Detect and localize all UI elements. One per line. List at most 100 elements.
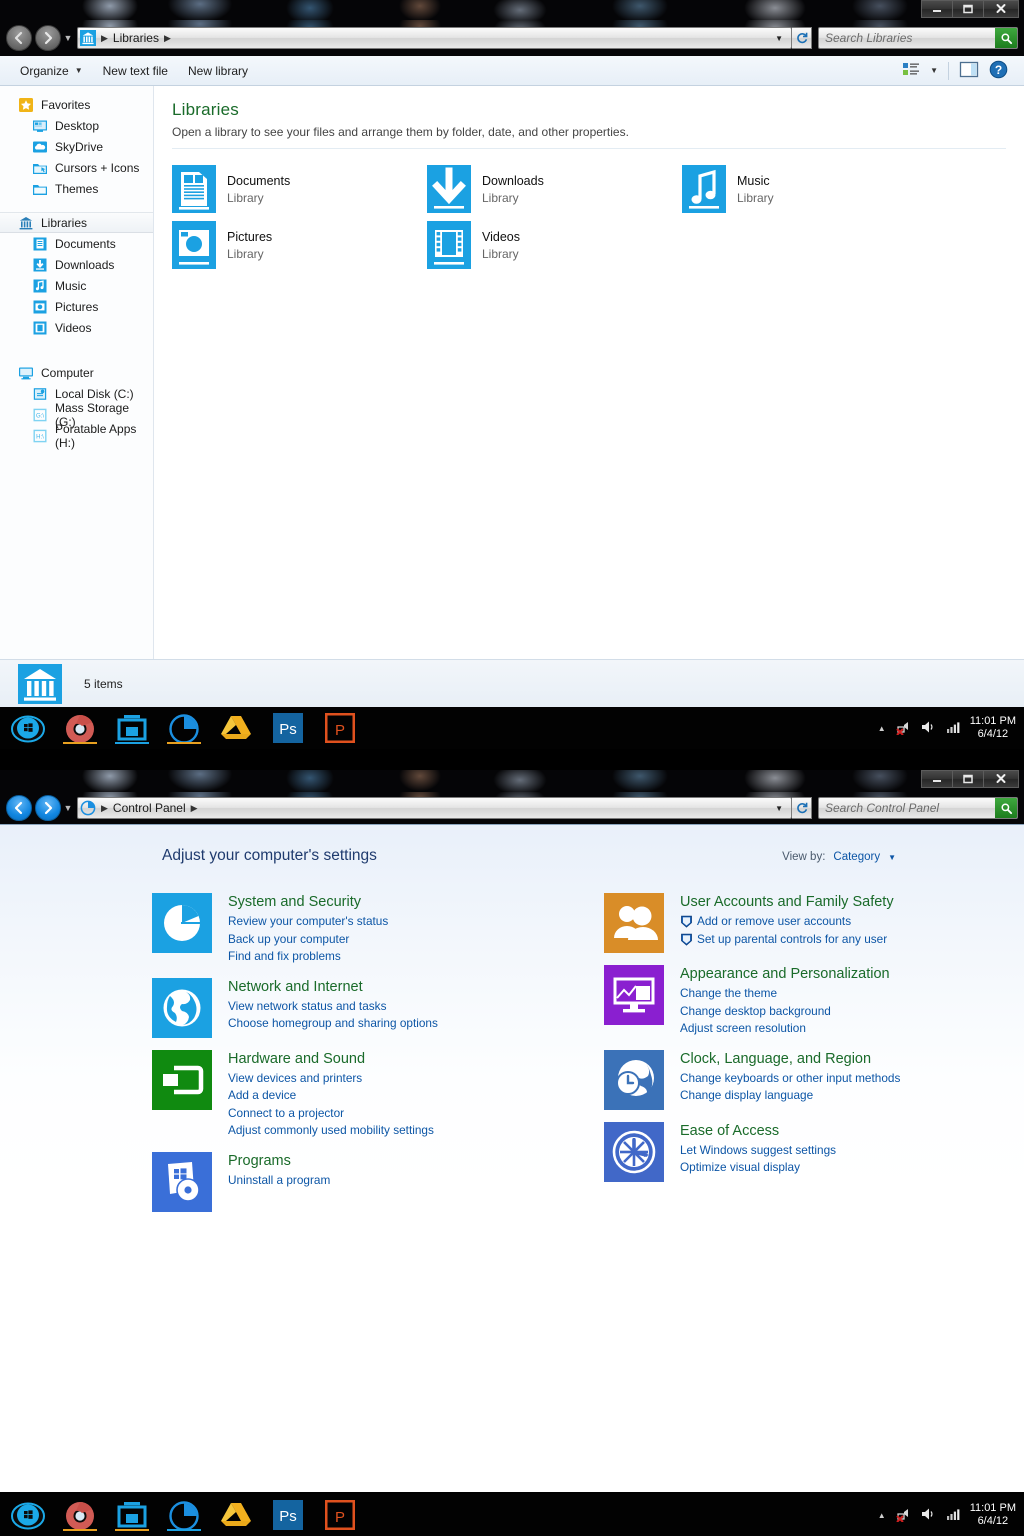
monitor-icon[interactable]: [604, 965, 664, 1025]
view-chevron-down-icon[interactable]: ▼: [930, 66, 938, 75]
category-title[interactable]: Appearance and Personalization: [680, 965, 890, 983]
search-icon[interactable]: [995, 798, 1017, 818]
library-item-documents[interactable]: Documents Library: [172, 161, 427, 217]
category-link[interactable]: Add a device: [228, 1087, 434, 1105]
category-link[interactable]: Find and fix problems: [228, 948, 388, 966]
category-link[interactable]: Back up your computer: [228, 931, 388, 949]
close-button[interactable]: [983, 770, 1019, 788]
category-title[interactable]: User Accounts and Family Safety: [680, 893, 894, 911]
preview-pane-icon[interactable]: [959, 61, 979, 81]
address-dropdown-chevron-down-icon[interactable]: ▼: [769, 804, 789, 813]
start-button[interactable]: [4, 709, 52, 747]
taskbar-photoshop[interactable]: Ps: [264, 709, 312, 747]
taskbar-file-explorer[interactable]: [108, 709, 156, 747]
clock[interactable]: 11:01 PM 6/4/12: [970, 715, 1016, 741]
address-dropdown-chevron-down-icon[interactable]: ▼: [769, 34, 789, 43]
category-link[interactable]: Connect to a projector: [228, 1105, 434, 1123]
forward-button[interactable]: [35, 795, 61, 821]
category-link[interactable]: Review your computer's status: [228, 913, 388, 931]
sidebar-item-portable-apps-h[interactable]: H:\ Poratable Apps (H:): [0, 422, 153, 450]
search-input[interactable]: Search Control Panel: [818, 797, 1018, 819]
library-item-videos[interactable]: Videos Library: [427, 217, 682, 273]
recent-pages-chevron-down-icon[interactable]: ▼: [61, 803, 75, 813]
sidebar-item-videos[interactable]: Videos: [0, 317, 153, 338]
new-text-file-button[interactable]: New text file: [93, 60, 178, 82]
back-button[interactable]: [6, 25, 32, 51]
sidebar-item-libraries[interactable]: Libraries: [0, 212, 153, 233]
sidebar-item-themes[interactable]: Themes: [0, 178, 153, 199]
category-title[interactable]: Programs: [228, 1152, 330, 1170]
library-item-music[interactable]: Music Library: [682, 161, 937, 217]
taskbar-photoshop[interactable]: Ps: [264, 1496, 312, 1534]
refresh-button[interactable]: [792, 797, 812, 819]
search-icon[interactable]: [995, 28, 1017, 48]
volume-icon[interactable]: [920, 1506, 936, 1525]
address-bar[interactable]: ▶ Control Panel ▶ ▼: [77, 797, 792, 819]
taskbar-google-drive[interactable]: [212, 709, 260, 747]
sidebar-item-pictures[interactable]: Pictures: [0, 296, 153, 317]
category-link[interactable]: Set up parental controls for any user: [680, 931, 894, 949]
address-bar[interactable]: ▶ Libraries ▶ ▼: [77, 27, 792, 49]
category-title[interactable]: System and Security: [228, 893, 388, 911]
category-link[interactable]: Change the theme: [680, 985, 890, 1003]
view-by-value[interactable]: Category: [833, 851, 880, 863]
clock-globe-icon[interactable]: [604, 1049, 664, 1110]
library-item-downloads[interactable]: Downloads Library: [427, 161, 682, 217]
refresh-button[interactable]: [792, 27, 812, 49]
help-icon[interactable]: ?: [989, 60, 1008, 82]
recent-pages-chevron-down-icon[interactable]: ▼: [61, 33, 75, 43]
taskbar-control-panel[interactable]: [160, 709, 208, 747]
category-link[interactable]: Adjust commonly used mobility settings: [228, 1122, 434, 1140]
sidebar-item-computer[interactable]: Computer: [0, 362, 153, 383]
taskbar-control-panel[interactable]: [160, 1496, 208, 1534]
navigation-pane[interactable]: Favorites Desktop SkyDrive Cursors + Ico…: [0, 86, 154, 659]
sidebar-item-music[interactable]: Music: [0, 275, 153, 296]
category-link[interactable]: Let Windows suggest settings: [680, 1142, 836, 1160]
category-link[interactable]: Change display language: [680, 1087, 900, 1105]
signal-bars-icon[interactable]: [945, 719, 961, 738]
category-link[interactable]: Choose homegroup and sharing options: [228, 1015, 438, 1033]
taskbar-powerpoint[interactable]: P: [316, 1496, 364, 1534]
clock[interactable]: 11:01 PM 6/4/12: [970, 1502, 1016, 1528]
category-link[interactable]: Change keyboards or other input methods: [680, 1070, 900, 1088]
minimize-button[interactable]: [921, 0, 953, 18]
taskbar-file-explorer[interactable]: [108, 1496, 156, 1534]
breadcrumb-control-panel[interactable]: Control Panel: [113, 801, 186, 815]
chevron-down-icon[interactable]: ▼: [888, 853, 896, 862]
show-hidden-icons-chevron-up-icon[interactable]: ▲: [878, 1511, 886, 1520]
pie-chart-icon[interactable]: [152, 893, 212, 953]
category-link[interactable]: Uninstall a program: [228, 1172, 330, 1190]
users-icon[interactable]: [604, 893, 664, 953]
sidebar-item-downloads[interactable]: Downloads: [0, 254, 153, 275]
category-link[interactable]: Change desktop background: [680, 1003, 890, 1021]
category-link[interactable]: View devices and printers: [228, 1070, 434, 1088]
category-link[interactable]: Optimize visual display: [680, 1159, 836, 1177]
taskbar-powerpoint[interactable]: P: [316, 709, 364, 747]
close-button[interactable]: [983, 0, 1019, 18]
forward-button[interactable]: [35, 25, 61, 51]
new-library-button[interactable]: New library: [178, 60, 258, 82]
maximize-button[interactable]: [952, 770, 984, 788]
signal-bars-icon[interactable]: [945, 1506, 961, 1525]
taskbar-chrome[interactable]: [56, 709, 104, 747]
sidebar-item-documents[interactable]: Documents: [0, 233, 153, 254]
programs-disc-icon[interactable]: [152, 1151, 212, 1212]
breadcrumb-libraries[interactable]: Libraries: [113, 31, 159, 45]
back-button[interactable]: [6, 795, 32, 821]
device-icon[interactable]: [152, 1049, 212, 1110]
category-link[interactable]: Adjust screen resolution: [680, 1020, 890, 1038]
category-title[interactable]: Network and Internet: [228, 978, 438, 996]
sidebar-item-cursors-icons[interactable]: Cursors + Icons: [0, 157, 153, 178]
network-error-icon[interactable]: [895, 719, 911, 738]
view-options-icon[interactable]: [902, 61, 920, 80]
category-link[interactable]: View network status and tasks: [228, 998, 438, 1016]
volume-icon[interactable]: [920, 719, 936, 738]
network-error-icon[interactable]: [895, 1506, 911, 1525]
show-hidden-icons-chevron-up-icon[interactable]: ▲: [878, 724, 886, 733]
sidebar-item-desktop[interactable]: Desktop: [0, 115, 153, 136]
sidebar-item-favorites[interactable]: Favorites: [0, 94, 153, 115]
maximize-button[interactable]: [952, 0, 984, 18]
taskbar-google-drive[interactable]: [212, 1496, 260, 1534]
category-title[interactable]: Hardware and Sound: [228, 1050, 434, 1068]
taskbar-chrome[interactable]: [56, 1496, 104, 1534]
